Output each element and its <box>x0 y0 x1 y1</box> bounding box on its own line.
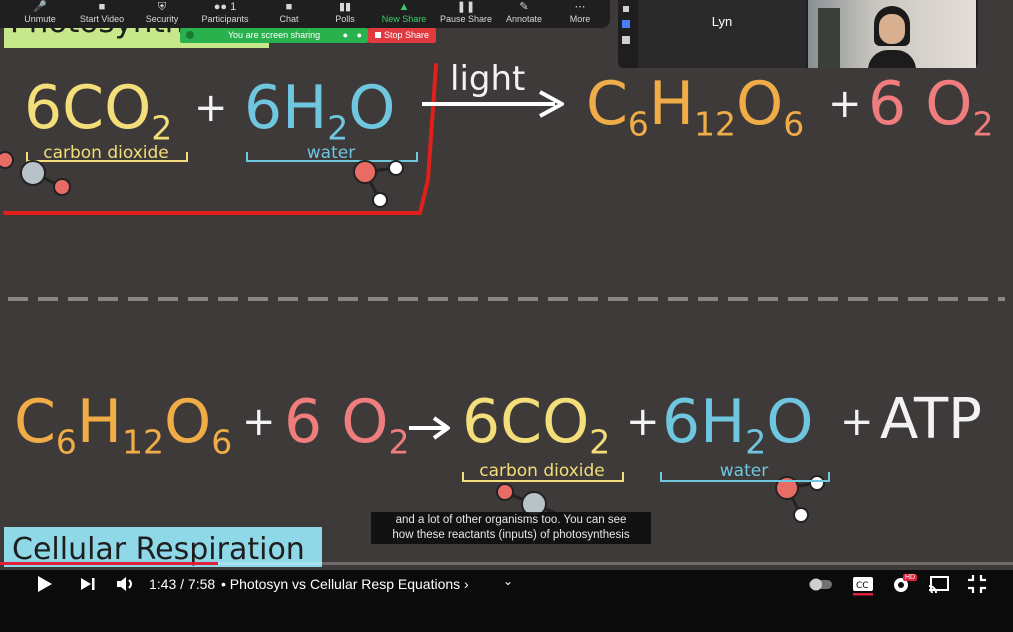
participants-button[interactable]: ●● 1 Participants <box>195 0 255 28</box>
progress-bar-played <box>0 562 219 565</box>
more-icon: ⋯ <box>574 1 586 13</box>
shield-icon: ⛨ <box>157 1 167 13</box>
play-icon <box>38 576 52 592</box>
chevron-down-icon[interactable]: ⌄ <box>503 574 513 594</box>
eq2-plus-3: + <box>840 399 874 445</box>
volume-button[interactable] <box>116 574 136 594</box>
caption-line-1: and a lot of other organisms too. You ca… <box>395 514 627 526</box>
zoom-toolbar: 🎤 Unmute ■ Start Video ⛨ Security ●● 1 Parti… <box>0 0 610 28</box>
eq2-co2-label: carbon dioxide <box>479 461 605 481</box>
more-button[interactable]: ⋯ More <box>550 0 610 28</box>
cast-button[interactable] <box>928 574 950 594</box>
webcam-person <box>868 6 916 68</box>
eq2-plus-1: + <box>242 399 276 445</box>
cellular-respiration-title: Cellular Respiration <box>4 527 322 567</box>
cc-icon: CC <box>853 577 873 596</box>
chat-button[interactable]: ■ Chat <box>259 0 319 28</box>
shield-check-icon: ● <box>356 30 362 40</box>
share-up-icon: ▲ <box>398 1 410 13</box>
eq2-atp: ATP <box>880 387 982 452</box>
eq2-o2: 6 O2 <box>284 387 410 462</box>
screen-sharing-indicator: You are screen sharing ● ● <box>180 28 368 43</box>
start-video-button[interactable]: ■ Start Video <box>72 0 132 28</box>
sharing-dot-icon <box>186 31 194 39</box>
cast-icon <box>928 576 949 594</box>
polls-button[interactable]: ▮▮ Polls <box>315 0 375 28</box>
chapter-title[interactable]: • Photosyn vs Cellular Resp Equations › <box>221 574 469 594</box>
autoplay-toggle[interactable] <box>808 574 834 594</box>
security-button[interactable]: ⛨ Security <box>132 0 192 28</box>
video-off-icon: ■ <box>98 1 106 13</box>
stop-icon <box>374 32 381 38</box>
captions-button[interactable]: CC <box>852 574 874 596</box>
eq2-water-label: water <box>719 461 769 481</box>
minimize-icon[interactable] <box>623 6 629 12</box>
board-drawings <box>0 63 1005 523</box>
eq2-glucose: C6H12O6 <box>14 387 233 462</box>
exit-fullscreen-button[interactable] <box>967 574 987 594</box>
video-frame[interactable]: Photosynthesis 6CO2 + 6H2O carbon dioxid… <box>0 0 1013 570</box>
eq2-plus-2: + <box>626 399 660 445</box>
eq2-h2o: 6H2O <box>662 387 814 462</box>
svg-text:CC: CC <box>856 581 869 591</box>
mic-icon: ● <box>342 30 348 40</box>
participant-tile[interactable]: Lyn <box>638 0 806 68</box>
next-icon <box>81 578 95 590</box>
chat-icon: ■ <box>285 1 293 13</box>
stop-share-button[interactable]: Stop Share <box>368 28 436 43</box>
participants-icon: ●● 1 <box>213 1 237 13</box>
settings-button[interactable]: HD <box>891 574 918 594</box>
polls-icon: ▮▮ <box>338 1 352 13</box>
participant-avatar <box>818 8 840 68</box>
new-share-button[interactable]: ▲ New Share <box>374 0 434 28</box>
pause-share-button[interactable]: ❚❚ Pause Share <box>436 0 496 28</box>
mic-muted-icon: 🎤 <box>33 1 47 13</box>
hd-badge: HD <box>903 574 918 581</box>
pen-icon: ✎ <box>519 1 529 13</box>
unmute-button[interactable]: 🎤 Unmute <box>10 0 70 28</box>
video-caption: and a lot of other organisms too. You ca… <box>371 512 651 544</box>
volume-icon <box>117 577 132 591</box>
annotate-button[interactable]: ✎ Annotate <box>494 0 554 28</box>
view-toggle[interactable] <box>620 4 632 54</box>
play-button[interactable] <box>36 574 54 594</box>
gallery-view-icon[interactable] <box>622 36 630 44</box>
eq2-co2: 6CO2 <box>462 387 611 462</box>
caption-line-2: how these reactants (inputs) of photosyn… <box>392 529 630 541</box>
speaker-view-icon[interactable] <box>622 20 630 28</box>
exit-fullscreen-icon <box>968 575 986 593</box>
self-video-tile[interactable] <box>808 0 976 68</box>
time-display: 1:43 / 7:58 <box>149 576 216 592</box>
autoplay-icon <box>809 578 832 591</box>
progress-bar[interactable] <box>0 562 1013 565</box>
pause-icon: ❚❚ <box>456 1 476 13</box>
next-button[interactable] <box>80 574 96 594</box>
